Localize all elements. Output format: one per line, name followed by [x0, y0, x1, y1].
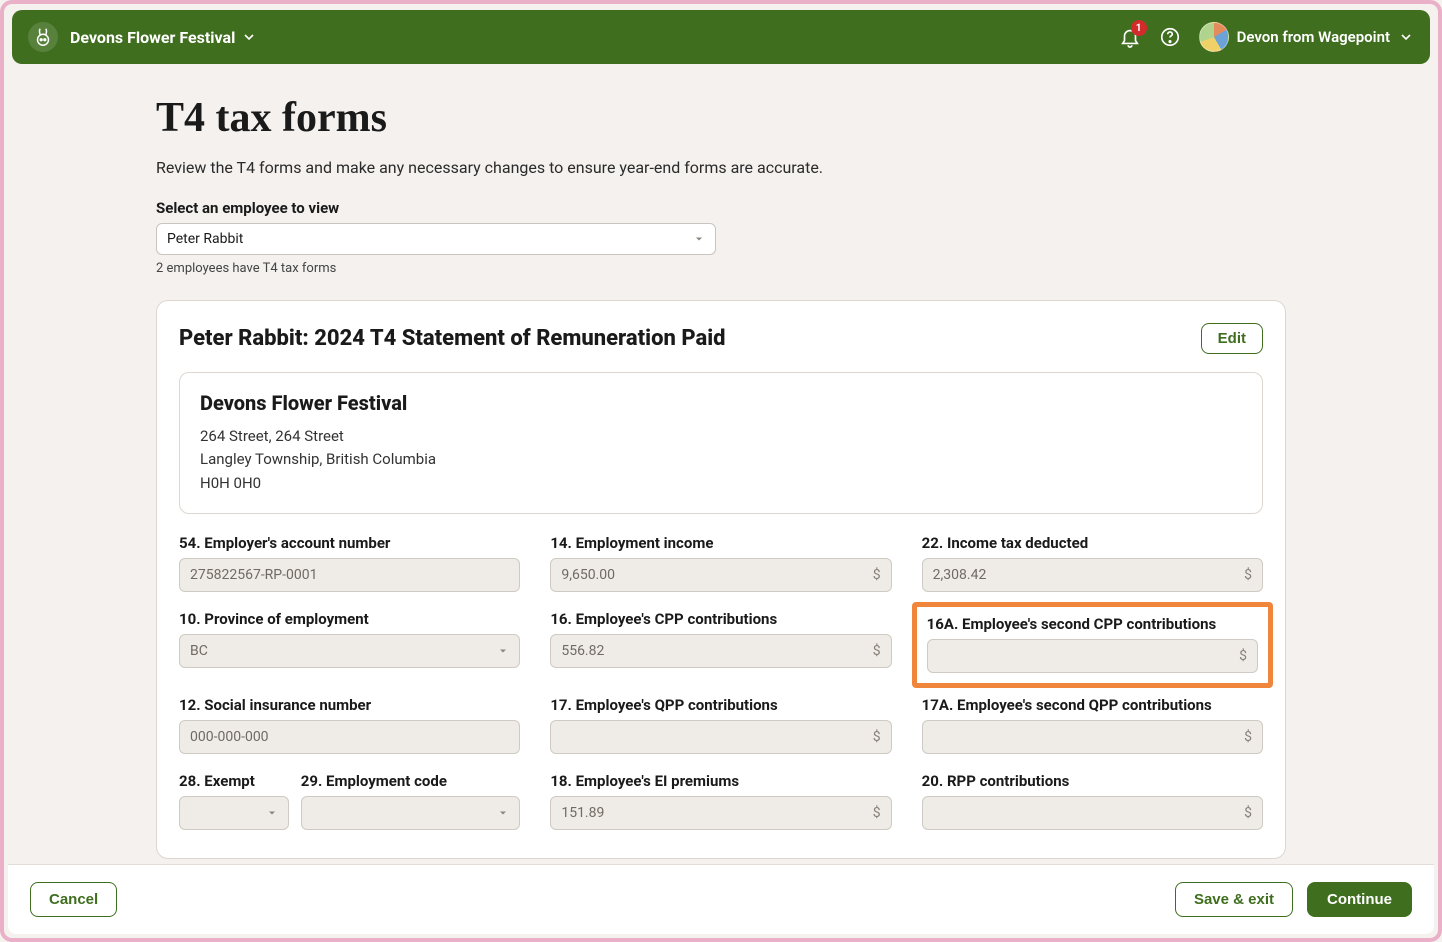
- field-54: 54. Employer's account number 275822567-…: [179, 534, 520, 592]
- field-18-value: 151.89: [561, 805, 604, 821]
- help-icon: [1159, 26, 1181, 48]
- address-line-2: Langley Township, British Columbia: [200, 448, 1242, 471]
- app-frame: Devons Flower Festival 1 Devon from Wage…: [0, 0, 1442, 942]
- field-16a-label: 16A. Employee's second CPP contributions: [927, 615, 1258, 633]
- field-17a-label: 17A. Employee's second QPP contributions: [922, 696, 1263, 714]
- field-28-select[interactable]: [179, 796, 289, 830]
- topbar: Devons Flower Festival 1 Devon from Wage…: [12, 10, 1430, 64]
- field-17-input[interactable]: $: [550, 720, 891, 754]
- field-17a: 17A. Employee's second QPP contributions…: [922, 696, 1263, 754]
- topbar-right: 1 Devon from Wagepoint: [1119, 22, 1414, 52]
- field-29-select[interactable]: [301, 796, 521, 830]
- field-54-label: 54. Employer's account number: [179, 534, 520, 552]
- footer-right: Save & exit Continue: [1175, 882, 1412, 917]
- field-18-input[interactable]: 151.89 $: [550, 796, 891, 830]
- field-18: 18. Employee's EI premiums 151.89 $: [550, 772, 891, 830]
- field-16a-input[interactable]: $: [927, 639, 1258, 673]
- field-14-value: 9,650.00: [561, 567, 615, 583]
- field-16-label: 16. Employee's CPP contributions: [550, 610, 891, 628]
- field-17a-input[interactable]: $: [922, 720, 1263, 754]
- field-16a: 16A. Employee's second CPP contributions…: [922, 610, 1263, 678]
- cancel-button[interactable]: Cancel: [30, 882, 117, 917]
- logo-icon: [32, 26, 54, 48]
- field-17-label: 17. Employee's QPP contributions: [550, 696, 891, 714]
- edit-button[interactable]: Edit: [1201, 323, 1263, 354]
- company-address-box: Devons Flower Festival 264 Street, 264 S…: [179, 372, 1263, 514]
- field-16a-highlight: 16A. Employee's second CPP contributions…: [912, 602, 1273, 688]
- caret-down-icon: [693, 233, 705, 245]
- field-20: 20. RPP contributions $: [922, 772, 1263, 830]
- field-14: 14. Employment income 9,650.00 $: [550, 534, 891, 592]
- page-title: T4 tax forms: [156, 94, 1286, 142]
- field-17: 17. Employee's QPP contributions $: [550, 696, 891, 754]
- currency-suffix: $: [1244, 729, 1252, 745]
- currency-suffix: $: [873, 567, 881, 583]
- address-company: Devons Flower Festival: [200, 391, 1242, 415]
- field-10-label: 10. Province of employment: [179, 610, 520, 628]
- field-54-value: 275822567-RP-0001: [190, 567, 317, 583]
- field-18-label: 18. Employee's EI premiums: [550, 772, 891, 790]
- field-10-value: BC: [190, 643, 208, 659]
- field-16-input[interactable]: 556.82 $: [550, 634, 891, 668]
- employee-hint: 2 employees have T4 tax forms: [156, 261, 1286, 276]
- field-16: 16. Employee's CPP contributions 556.82 …: [550, 610, 891, 678]
- field-28-29: 28. Exempt 29. Employment code: [179, 772, 520, 830]
- page-inner: T4 tax forms Review the T4 forms and mak…: [156, 94, 1286, 859]
- field-22-input[interactable]: 2,308.42 $: [922, 558, 1263, 592]
- field-10: 10. Province of employment BC: [179, 610, 520, 678]
- footer-bar: Cancel Save & exit Continue: [8, 864, 1434, 934]
- field-12-label: 12. Social insurance number: [179, 696, 520, 714]
- currency-suffix: $: [873, 729, 881, 745]
- user-menu[interactable]: Devon from Wagepoint: [1199, 22, 1414, 52]
- topbar-left: Devons Flower Festival: [28, 22, 257, 52]
- currency-suffix: $: [1244, 805, 1252, 821]
- currency-suffix: $: [1244, 567, 1252, 583]
- card-header: Peter Rabbit: 2024 T4 Statement of Remun…: [179, 323, 1263, 354]
- card-title: Peter Rabbit: 2024 T4 Statement of Remun…: [179, 326, 726, 351]
- field-10-select[interactable]: BC: [179, 634, 520, 668]
- field-22-value: 2,308.42: [933, 567, 987, 583]
- field-12-value: 000-000-000: [190, 729, 269, 745]
- employee-select-label: Select an employee to view: [156, 199, 1286, 217]
- chevron-down-icon: [1398, 29, 1414, 45]
- field-20-input[interactable]: $: [922, 796, 1263, 830]
- field-14-label: 14. Employment income: [550, 534, 891, 552]
- chevron-down-icon: [241, 29, 257, 45]
- field-28-label: 28. Exempt: [179, 772, 289, 790]
- continue-button[interactable]: Continue: [1307, 882, 1412, 917]
- currency-suffix: $: [873, 643, 881, 659]
- app-logo[interactable]: [28, 22, 58, 52]
- field-12-input[interactable]: 000-000-000: [179, 720, 520, 754]
- save-exit-button[interactable]: Save & exit: [1175, 882, 1293, 917]
- field-29-label: 29. Employment code: [301, 772, 521, 790]
- caret-down-icon: [497, 807, 509, 819]
- employee-select-value: Peter Rabbit: [167, 231, 243, 247]
- company-switcher[interactable]: Devons Flower Festival: [70, 28, 257, 47]
- company-name: Devons Flower Festival: [70, 28, 235, 47]
- page-subtitle: Review the T4 forms and make any necessa…: [156, 158, 1286, 177]
- field-20-label: 20. RPP contributions: [922, 772, 1263, 790]
- address-line-1: 264 Street, 264 Street: [200, 425, 1242, 448]
- help-button[interactable]: [1159, 26, 1181, 48]
- field-16-value: 556.82: [561, 643, 604, 659]
- field-54-input[interactable]: 275822567-RP-0001: [179, 558, 520, 592]
- field-14-input[interactable]: 9,650.00 $: [550, 558, 891, 592]
- field-22: 22. Income tax deducted 2,308.42 $: [922, 534, 1263, 592]
- address-line-3: H0H 0H0: [200, 472, 1242, 495]
- caret-down-icon: [266, 807, 278, 819]
- employee-select[interactable]: Peter Rabbit: [156, 223, 716, 255]
- t4-fields-grid: 54. Employer's account number 275822567-…: [179, 534, 1263, 858]
- field-12: 12. Social insurance number 000-000-000: [179, 696, 520, 754]
- notification-badge: 1: [1131, 20, 1147, 36]
- caret-down-icon: [497, 645, 509, 657]
- avatar: [1199, 22, 1229, 52]
- t4-card: Peter Rabbit: 2024 T4 Statement of Remun…: [156, 300, 1286, 859]
- field-22-label: 22. Income tax deducted: [922, 534, 1263, 552]
- user-name: Devon from Wagepoint: [1237, 28, 1390, 46]
- currency-suffix: $: [1239, 648, 1247, 664]
- notifications-button[interactable]: 1: [1119, 26, 1141, 48]
- currency-suffix: $: [873, 805, 881, 821]
- page-scroll[interactable]: T4 tax forms Review the T4 forms and mak…: [4, 70, 1438, 938]
